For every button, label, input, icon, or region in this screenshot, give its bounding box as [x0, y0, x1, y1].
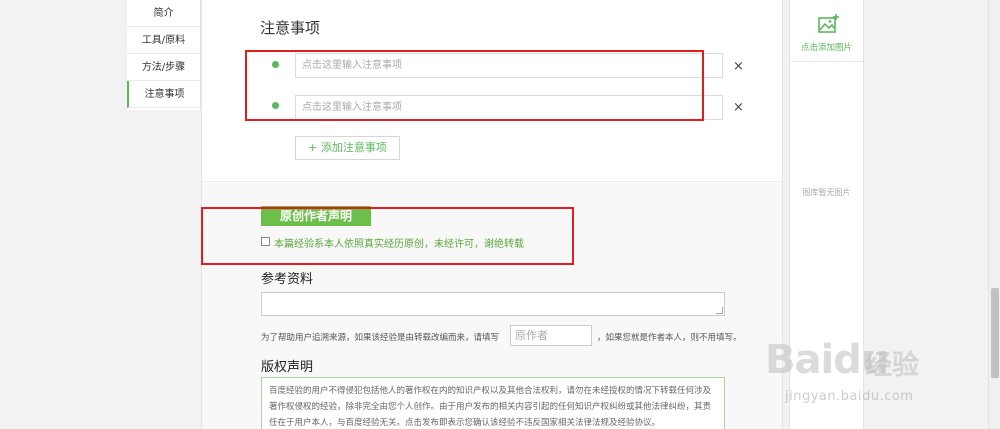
copyright-title: 版权声明 — [261, 360, 314, 375]
remove-note-2-icon[interactable]: × — [733, 100, 744, 115]
scrollbar-thumb[interactable] — [991, 288, 999, 378]
nav-item-notes[interactable]: 注意事项 — [127, 81, 200, 108]
original-highlight-box — [201, 207, 574, 265]
reference-help-text: 为了帮助用户追溯来源，如果该经验是由转载改编而来，请填写 — [261, 333, 500, 343]
reference-title: 参考资料 — [261, 272, 314, 287]
reference-help-text-after: ，如果您就是作者本人，则不用填写。 — [597, 333, 742, 343]
copyright-text: 百度经验的用户不得侵犯包括他人的著作权在内的知识产权以及其他合法权利，请勿在未经… — [261, 377, 725, 429]
add-image-button[interactable]: 点击添加图片 — [790, 0, 863, 62]
nav-item-intro[interactable]: 简介 — [127, 0, 200, 27]
add-image-icon — [818, 14, 839, 33]
nav-item-tools[interactable]: 工具/原料 — [127, 27, 200, 54]
notes-title: 注意事项 — [260, 19, 321, 37]
resize-grip-icon[interactable] — [716, 307, 723, 314]
add-image-label: 点击添加图片 — [800, 43, 852, 53]
watermark-brand-cn: 经验 — [865, 350, 919, 381]
original-author-input[interactable]: 原作者 — [510, 325, 592, 346]
add-note-button[interactable]: + 添加注意事项 — [295, 136, 400, 160]
baidu-jingyan-watermark: Baidu 经验 jingyan.baidu.com — [765, 337, 987, 429]
gallery-empty-text: 图库暂无图片 — [802, 188, 851, 197]
reference-textarea[interactable] — [261, 292, 725, 316]
remove-note-1-icon[interactable]: × — [733, 59, 744, 74]
notes-highlight-box — [245, 50, 704, 121]
left-nav: 简介 工具/原料 方法/步骤 注意事项 — [127, 0, 201, 110]
watermark-url: jingyan.baidu.com — [785, 389, 914, 404]
page-scrollbar[interactable] — [988, 0, 1000, 429]
nav-item-steps[interactable]: 方法/步骤 — [127, 54, 200, 81]
